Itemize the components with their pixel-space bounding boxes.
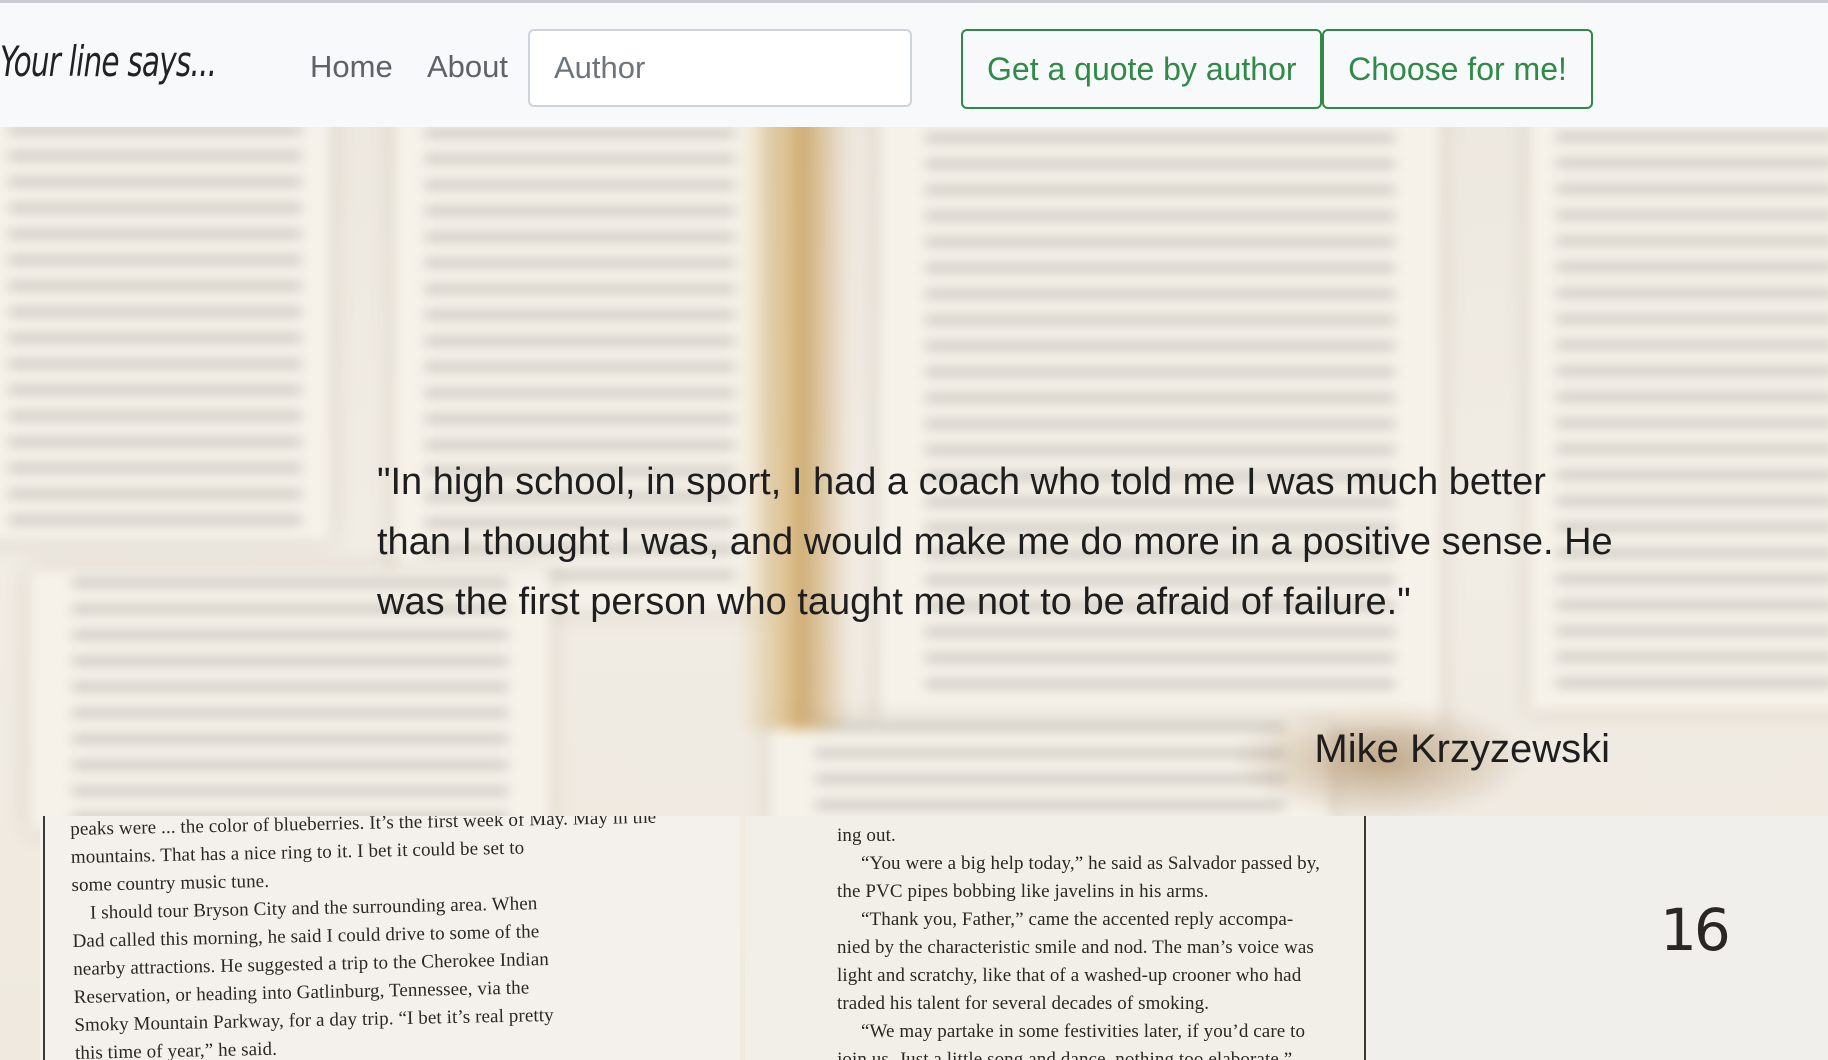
- page-text-line: the PVC pipes bobbing like javelins in h…: [837, 881, 1209, 902]
- get-quote-by-author-button[interactable]: Get a quote by author: [961, 29, 1322, 109]
- nav-link-about[interactable]: About: [427, 49, 508, 85]
- blurred-page: [0, 110, 330, 540]
- quote-text: "In high school, in sport, I had a coach…: [377, 461, 1613, 623]
- page-text-line: nied by the characteristic smile and nod…: [837, 937, 1314, 958]
- blurred-page: [880, 110, 1440, 730]
- nav-link-home[interactable]: Home: [310, 49, 393, 85]
- page-text-line: join us. Just a little song and dance, n…: [837, 1049, 1293, 1060]
- page-text-line: “You were a big help today,” he said as …: [861, 853, 1320, 874]
- quote-container: "In high school, in sport, I had a coach…: [377, 452, 1617, 771]
- author-search-input[interactable]: [528, 29, 912, 107]
- page-number: 16: [1660, 896, 1731, 964]
- page-text-line: “Thank you, Father,” came the accented r…: [861, 909, 1294, 930]
- book-spine: [740, 110, 850, 730]
- middle-book-page: ing out. “You were a big help today,” he…: [745, 816, 1365, 1060]
- page-text-line: ing out.: [837, 825, 896, 846]
- choose-for-me-button[interactable]: Choose for me!: [1322, 29, 1593, 109]
- left-book-page: peaks were ... the color of blueberries.…: [40, 816, 740, 1060]
- navbar: Your line says... Home About Get a quote…: [0, 0, 1828, 127]
- right-book-page: [1366, 816, 1828, 1060]
- page-text-line: light and scratchy, like that of a washe…: [837, 965, 1302, 986]
- page-text-line: “We may partake in some festivities late…: [861, 1021, 1306, 1042]
- page-text-line: traded his talent for several decades of…: [837, 993, 1210, 1014]
- brand-logo[interactable]: Your line says...: [0, 37, 217, 86]
- quote-author: Mike Krzyzewski: [1314, 727, 1610, 771]
- page-edge-line: [43, 816, 45, 1060]
